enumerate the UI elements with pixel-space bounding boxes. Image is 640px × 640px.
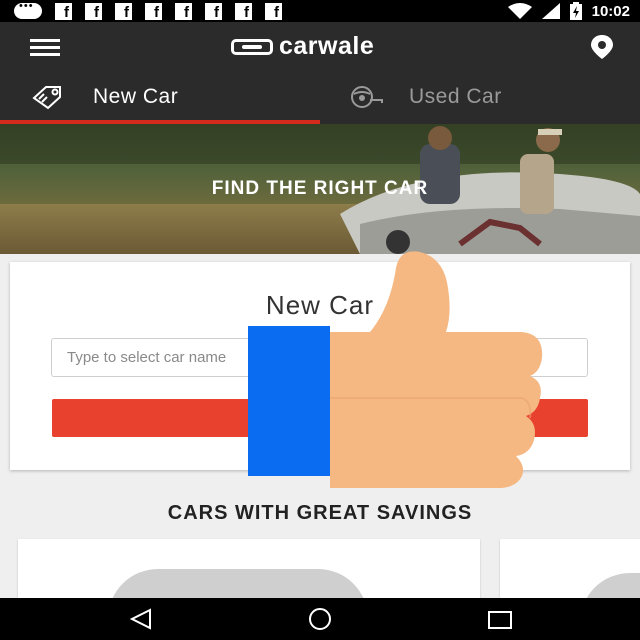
logo-text: carwale — [279, 32, 375, 60]
key-tag-icon — [32, 86, 61, 110]
app-bar: carwale — [0, 22, 640, 72]
facebook-icon: f — [235, 2, 252, 21]
hero-banner: FIND THE RIGHT CAR — [0, 124, 640, 254]
battery-charging-icon — [569, 2, 582, 20]
navigation-bar — [0, 598, 640, 640]
facebook-icon: f — [115, 2, 132, 21]
facebook-icon: f — [145, 2, 162, 21]
back-icon[interactable] — [128, 608, 154, 630]
hamburger-menu-icon[interactable] — [30, 39, 60, 56]
hero-title: FIND THE RIGHT CAR — [211, 178, 429, 199]
section-title: CARS WITH GREAT SAVINGS — [167, 502, 473, 524]
tab-used-car[interactable]: Used Car — [320, 72, 640, 124]
wifi-icon — [507, 3, 532, 19]
clock: 10:02 — [591, 2, 630, 20]
system-icons: 10:02 — [507, 0, 630, 22]
facebook-icon: f — [175, 2, 192, 21]
facebook-icon: f — [85, 2, 102, 21]
home-icon[interactable] — [305, 607, 335, 631]
facebook-icon: f — [205, 2, 222, 21]
notification-icons: f f f f f f f f — [0, 0, 282, 21]
facebook-icon: f — [55, 2, 72, 21]
tab-label: New Car — [93, 85, 179, 108]
chat-bubble-icon — [14, 0, 42, 19]
signal-icon — [541, 3, 560, 19]
status-bar: f f f f f f f f 10:02 — [0, 0, 640, 22]
tab-label: Used Car — [409, 85, 502, 108]
thumbs-up-icon — [248, 251, 543, 488]
tab-new-car[interactable]: New Car — [0, 72, 320, 124]
tab-bar: New Car Used Car — [0, 72, 640, 124]
logo-icon — [231, 38, 273, 55]
location-pin-icon[interactable] — [588, 34, 616, 60]
facebook-icon: f — [265, 2, 282, 21]
recents-icon[interactable] — [487, 610, 513, 630]
steering-key-icon — [351, 86, 383, 108]
carwale-logo: carwale — [231, 32, 374, 61]
